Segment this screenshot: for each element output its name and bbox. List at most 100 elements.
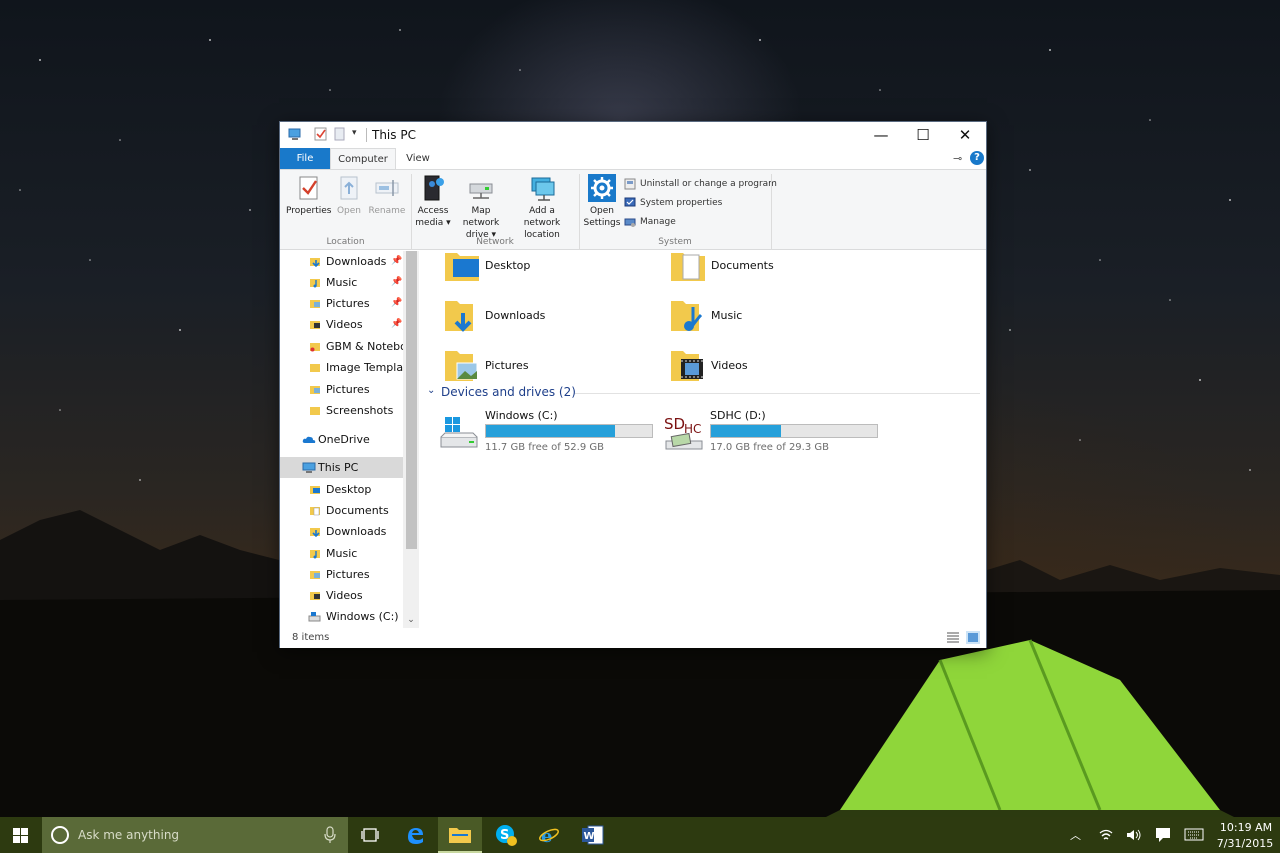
nav-item-desktop[interactable]: Desktop	[280, 479, 403, 500]
location-group-label: Location	[326, 237, 365, 247]
help-icon[interactable]: ?	[970, 151, 984, 165]
pin-icon[interactable]: 📌	[391, 272, 402, 293]
word-taskbar-button[interactable]: W	[571, 817, 615, 853]
network-group-label: Network	[476, 237, 514, 247]
start-button[interactable]	[0, 817, 42, 853]
rename-button[interactable]: Rename	[368, 174, 406, 217]
maximize-button[interactable]: ☐	[902, 122, 944, 148]
wifi-icon[interactable]	[1098, 828, 1114, 842]
navigation-scrollbar[interactable]: ⌄	[403, 251, 419, 628]
skype-icon: S	[496, 825, 517, 846]
nav-item-documents[interactable]: Documents	[280, 500, 403, 521]
access-media-button[interactable]: Access media ▾	[414, 174, 452, 229]
properties-button[interactable]: Properties	[286, 174, 331, 217]
folder-label: Desktop	[485, 259, 531, 272]
glowing-tent	[826, 639, 1234, 817]
edge-taskbar-button[interactable]	[393, 817, 437, 853]
devices-and-drives-header[interactable]: ⌄ Devices and drives (2)	[427, 385, 980, 401]
minimize-button[interactable]: —	[860, 122, 902, 148]
nav-item-pictures-2[interactable]: Pictures	[280, 379, 403, 400]
clock-date[interactable]: 7/31/2015	[1215, 837, 1275, 850]
nav-item-gbm-notebook[interactable]: GBM & Noteboc	[280, 336, 403, 357]
nav-item-downloads-2[interactable]: Downloads	[280, 521, 403, 542]
system-properties-label: System properties	[640, 198, 723, 208]
open-settings-label-2: Settings	[583, 218, 621, 228]
map-network-drive-button[interactable]: Map network drive ▾	[452, 174, 510, 241]
folder-downloads[interactable]: Downloads	[445, 295, 645, 339]
folder-pictures[interactable]: Pictures	[445, 345, 645, 389]
show-hidden-icons-chevron[interactable]: ︿	[1070, 827, 1081, 853]
drive-sdhc-d[interactable]: SD HC SDHC (D:) 17.0 GB free of 29.3 GB	[664, 407, 884, 457]
drive-windows-c[interactable]: Windows (C:) 11.7 GB free of 52.9 GB	[439, 407, 659, 457]
internet-explorer-taskbar-button[interactable]: e	[527, 817, 571, 853]
uninstall-program-button[interactable]: Uninstall or change a program	[624, 176, 777, 192]
nav-item-image-templates[interactable]: Image Templates	[280, 357, 403, 378]
details-view-icon[interactable]	[946, 631, 960, 644]
collapse-chevron-icon[interactable]: ⌄	[427, 385, 435, 396]
map-drive-label-1: Map network	[462, 206, 500, 228]
file-explorer-taskbar-button[interactable]	[438, 817, 482, 853]
large-icons-view-icon[interactable]	[966, 631, 980, 644]
microphone-icon[interactable]	[324, 826, 336, 844]
pin-icon[interactable]: 📌	[391, 293, 402, 314]
internet-explorer-icon: e	[539, 826, 559, 845]
nav-item-videos[interactable]: Videos 📌	[280, 314, 403, 335]
pin-icon[interactable]: 📌	[391, 314, 402, 335]
add-network-location-icon	[531, 177, 555, 201]
open-button[interactable]: Open	[332, 174, 366, 217]
ribbon-tabs: File Computer View ⊸ ?	[280, 148, 986, 169]
tab-computer[interactable]: Computer	[330, 148, 396, 169]
windows-drive-icon	[440, 417, 478, 448]
properties-quick-access-icon[interactable]	[314, 127, 327, 143]
nav-item-this-pc[interactable]: This PC	[280, 457, 403, 478]
cortana-search-box[interactable]: Ask me anything	[42, 817, 348, 853]
folder-music[interactable]: Music	[671, 295, 871, 339]
new-folder-quick-access-icon[interactable]	[334, 127, 346, 143]
nav-item-videos-2[interactable]: Videos	[280, 585, 403, 606]
volume-icon[interactable]	[1126, 828, 1142, 842]
scrollbar-thumb[interactable]	[406, 251, 417, 549]
nav-item-screenshots[interactable]: Screenshots	[280, 400, 403, 421]
nav-item-onedrive[interactable]: OneDrive	[280, 429, 403, 450]
tab-file[interactable]: File	[280, 148, 330, 169]
drive-free-space: 11.7 GB free of 52.9 GB	[485, 442, 604, 453]
nav-item-label: Videos	[326, 318, 363, 331]
nav-item-pictures[interactable]: Pictures 📌	[280, 293, 403, 314]
add-network-location-button[interactable]: Add a network location	[510, 174, 574, 241]
clock-time[interactable]: 10:19 AM	[1219, 821, 1273, 834]
music-folder-icon	[310, 279, 320, 288]
nav-item-music[interactable]: Music 📌	[280, 272, 403, 293]
folder-label: Documents	[711, 259, 774, 272]
uninstall-program-icon	[624, 178, 636, 189]
system-properties-button[interactable]: System properties	[624, 195, 722, 211]
scroll-down-arrow-icon[interactable]: ⌄	[403, 613, 419, 627]
task-view-button[interactable]	[348, 817, 392, 853]
nav-item-label: This PC	[318, 461, 359, 474]
keyboard-icon[interactable]	[1184, 828, 1204, 841]
folder-videos[interactable]: Videos	[671, 345, 871, 389]
nav-item-label: Screenshots	[326, 404, 394, 417]
manage-button[interactable]: Manage	[624, 214, 676, 230]
title-bar[interactable]: ▾ This PC — ☐ ✕	[280, 122, 986, 148]
folder-icon	[310, 407, 320, 415]
folder-documents[interactable]: Documents	[671, 251, 871, 289]
pin-ribbon-icon[interactable]: ⊸	[953, 152, 962, 165]
pictures-folder-icon	[310, 571, 320, 579]
videos-folder-icon	[671, 351, 703, 381]
nav-item-windows-c[interactable]: Windows (C:)	[280, 606, 403, 627]
drive-usage-fill	[711, 425, 781, 437]
nav-item-pictures-3[interactable]: Pictures	[280, 564, 403, 585]
action-center-icon[interactable]	[1155, 827, 1171, 843]
customize-quick-access-chevron-icon[interactable]: ▾	[352, 128, 357, 144]
nav-item-downloads[interactable]: Downloads 📌	[280, 251, 403, 272]
documents-folder-icon	[310, 507, 320, 516]
nav-item-music-2[interactable]: Music	[280, 543, 403, 564]
close-button[interactable]: ✕	[944, 122, 986, 148]
pin-icon[interactable]: 📌	[391, 251, 402, 272]
open-settings-button[interactable]: Open Settings	[583, 174, 621, 229]
edge-browser-icon	[408, 828, 423, 844]
music-folder-icon	[310, 550, 320, 559]
folder-desktop[interactable]: Desktop	[445, 251, 645, 289]
tab-view[interactable]: View	[400, 148, 436, 169]
skype-taskbar-button[interactable]: S	[483, 817, 527, 853]
